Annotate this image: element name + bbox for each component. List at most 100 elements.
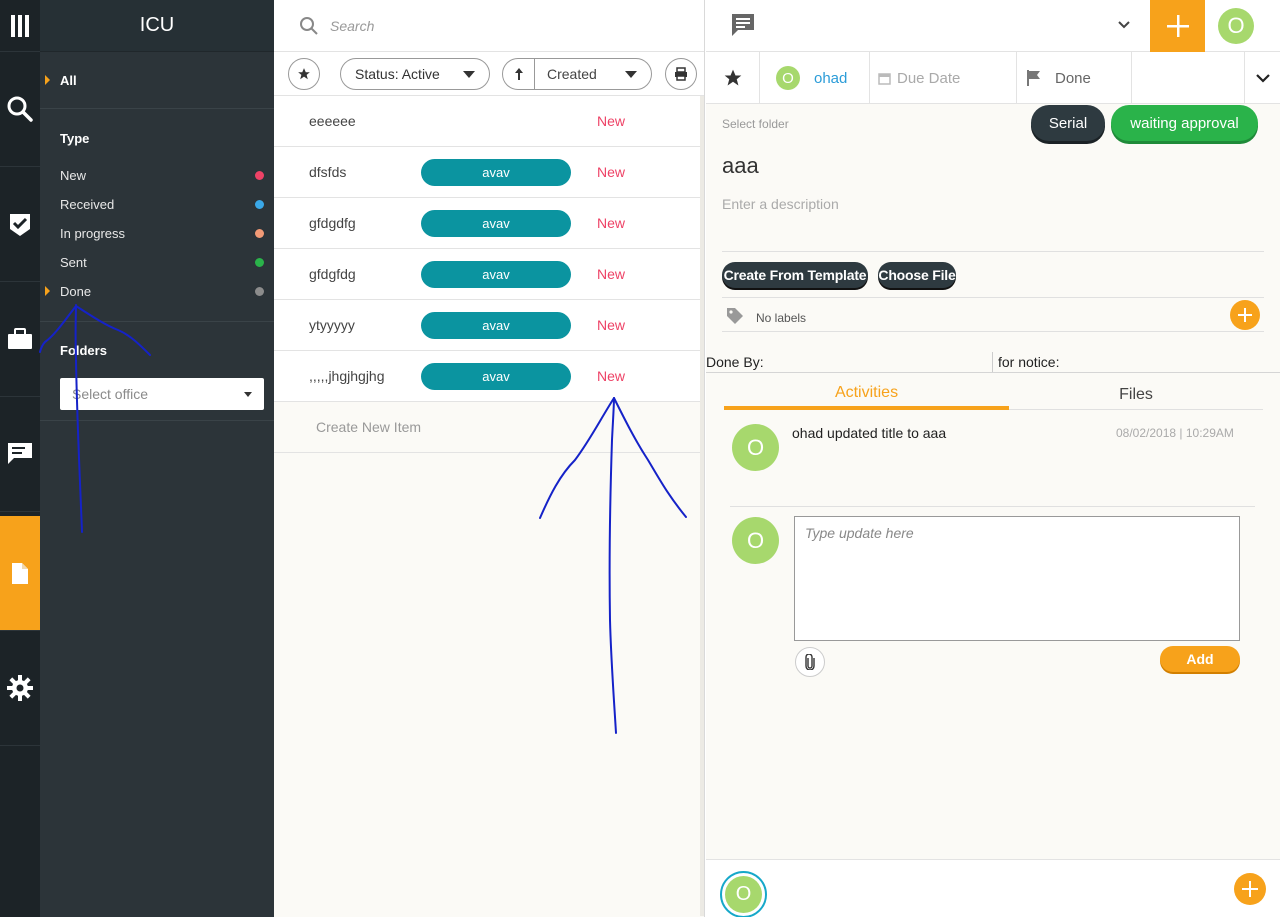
type-item-received[interactable]: Received [60,197,264,212]
divider [992,352,993,372]
assignee-selector[interactable]: O ohad [760,52,870,104]
expand-button[interactable] [1244,52,1280,104]
due-date-label: Due Date [897,69,961,87]
add-label-button[interactable] [1230,300,1260,330]
footer-add-button[interactable] [1234,873,1266,905]
filter-bar: Status: Active Created [274,52,704,96]
rail-documents[interactable] [0,516,40,631]
plus-icon [1166,15,1189,37]
status-label: Done [1055,69,1091,87]
composer-avatar: O [732,517,779,564]
item-list-panel: Search Status: Active Created eeeeee New… [274,0,705,917]
tag-icon [727,308,743,324]
tab-files[interactable]: Files [1009,380,1263,410]
update-textarea[interactable]: Type update here [794,516,1240,641]
rail-discussions[interactable] [0,397,40,512]
rail-settings[interactable] [0,631,40,746]
add-update-button[interactable]: Add [1160,646,1240,672]
item-status: New [597,266,626,282]
item-title: ,,,,,jhgjhgjhg [309,368,385,384]
print-button[interactable] [665,58,697,90]
chat-icon [8,443,32,464]
star-toggle[interactable] [706,52,760,104]
approval-status-button[interactable]: waiting approval [1111,105,1258,141]
scrollbar[interactable] [700,96,704,916]
rail-tasks[interactable] [0,167,40,282]
item-title: gfdgfdg [309,266,356,282]
office-select-label: Select office [72,386,149,402]
due-date-selector[interactable]: Due Date [870,52,1017,104]
item-title: eeeeee [309,113,356,129]
footer-avatar-ring[interactable]: O [720,871,767,917]
item-title: ytyyyyy [309,317,355,333]
description-field[interactable]: Enter a description [722,196,839,212]
list-item[interactable]: gfdgdfg avav New [274,198,700,249]
app-title: ICU [40,0,274,52]
search-input[interactable]: Search [330,18,374,34]
list-item[interactable]: dfsfds avav New [274,147,700,198]
meta-bar: O ohad Due Date Done [706,52,1280,104]
create-button[interactable] [1150,0,1205,52]
divider [40,420,274,421]
create-from-template-button[interactable]: Create From Template [722,262,868,288]
list-item[interactable]: eeeeee New [274,96,700,147]
sort-direction-button[interactable] [503,59,535,89]
list-item[interactable]: ytyyyyy avav New [274,300,700,351]
document-icon [12,562,28,584]
avatar[interactable]: O [1218,8,1254,44]
item-tag-chip[interactable]: avav [421,261,571,288]
assignee-avatar: O [776,66,800,90]
type-item-done[interactable]: Done [60,284,264,299]
item-tag-chip[interactable]: avav [421,363,571,390]
rail-search[interactable] [0,52,40,167]
filter-all[interactable]: All [60,73,77,88]
caret-down-icon [244,391,252,397]
choose-file-button[interactable]: Choose File [878,262,956,288]
divider [40,108,274,109]
rail-projects[interactable] [0,282,40,397]
attach-button[interactable] [795,647,825,677]
menu-bars-icon [11,14,29,37]
office-select[interactable]: Select office [60,378,264,410]
starred-filter-button[interactable] [288,58,320,90]
item-status: New [597,317,626,333]
item-tag-chip[interactable]: avav [421,312,571,339]
tab-activities[interactable]: Activities [724,380,1009,410]
status-filter-select[interactable]: Status: Active [340,58,490,90]
select-folder-link[interactable]: Select folder [722,117,789,131]
status-selector[interactable]: Done [1017,52,1132,104]
detail-panel: O O ohad Due Date Done Select folder Ser… [706,0,1280,917]
item-tag-chip[interactable]: avav [421,159,571,186]
search-bar[interactable]: Search [274,0,704,52]
type-item-sent[interactable]: Sent [60,255,264,270]
sort-select[interactable]: Created [502,58,652,90]
item-tag-chip[interactable]: avav [421,210,571,237]
item-title: gfdgdfg [309,215,356,231]
gear-icon [7,675,33,701]
folders-heading: Folders [60,343,107,358]
serial-button[interactable]: Serial [1031,105,1105,141]
divider [730,506,1255,507]
type-item-in-progress[interactable]: In progress [60,226,264,241]
caret-right-icon [45,75,50,85]
assignee-name: ohad [814,69,848,87]
type-label: Done [60,284,92,299]
menu-button[interactable] [0,0,40,52]
list-item[interactable]: ,,,,,jhgjhgjhg avav New [274,351,700,402]
status-dot [255,258,264,267]
chevron-down-icon[interactable] [1118,21,1130,29]
printer-icon [675,67,687,81]
activity-time: 08/02/2018 | 10:29AM [1116,426,1234,440]
item-status: New [597,164,626,180]
status-dot [255,171,264,180]
status-dot [255,200,264,209]
detail-footer: O [706,859,1280,917]
briefcase-icon [8,328,32,349]
list-item[interactable]: gfdgfdg avav New [274,249,700,300]
labels-text: No labels [756,311,807,325]
item-title-field[interactable]: aaa [722,153,759,179]
item-status: New [597,215,626,231]
comment-icon[interactable] [731,13,755,37]
type-item-new[interactable]: New [60,168,264,183]
create-new-item-row[interactable]: Create New Item [274,402,700,453]
